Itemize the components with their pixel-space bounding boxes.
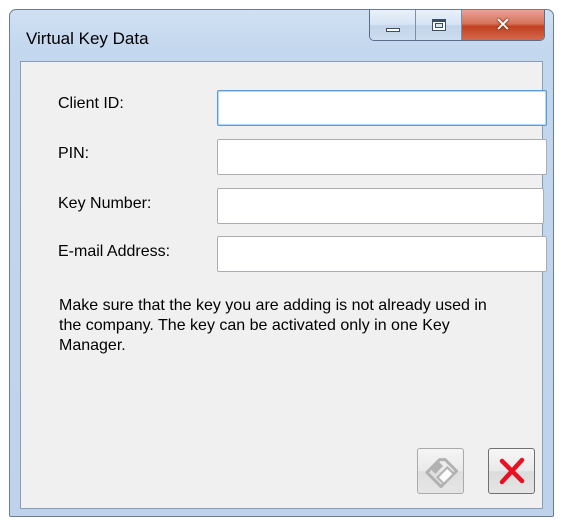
pin-label: PIN:: [58, 145, 90, 162]
save-disk-icon: [424, 458, 458, 488]
maximize-icon: [431, 19, 446, 31]
email-label: E-mail Address:: [58, 243, 171, 260]
title-bar[interactable]: Virtual Key Data ✕: [10, 10, 553, 60]
key-number-input[interactable]: [217, 188, 544, 224]
maximize-button[interactable]: [416, 10, 462, 40]
dialog-body: Client ID: PIN: Key Number: E-mail Addre…: [20, 61, 547, 509]
caption-buttons: ✕: [369, 10, 545, 41]
minimize-button[interactable]: [370, 10, 416, 40]
minimize-icon: [385, 28, 400, 32]
close-button[interactable]: ✕: [462, 10, 544, 40]
email-input[interactable]: [217, 236, 547, 272]
save-button[interactable]: [417, 448, 464, 494]
client-id-label: Client ID:: [58, 95, 124, 112]
dialog-window: Virtual Key Data ✕ Client ID: PIN: Key N…: [9, 9, 554, 517]
client-id-input[interactable]: [217, 90, 547, 126]
window-title: Virtual Key Data: [26, 29, 149, 48]
close-icon: ✕: [495, 13, 511, 36]
key-number-label: Key Number:: [58, 195, 152, 212]
info-message: Make sure that the key you are adding is…: [59, 297, 487, 354]
cancel-button[interactable]: [488, 448, 535, 494]
pin-input[interactable]: [217, 139, 547, 175]
red-x-icon: [499, 457, 524, 485]
